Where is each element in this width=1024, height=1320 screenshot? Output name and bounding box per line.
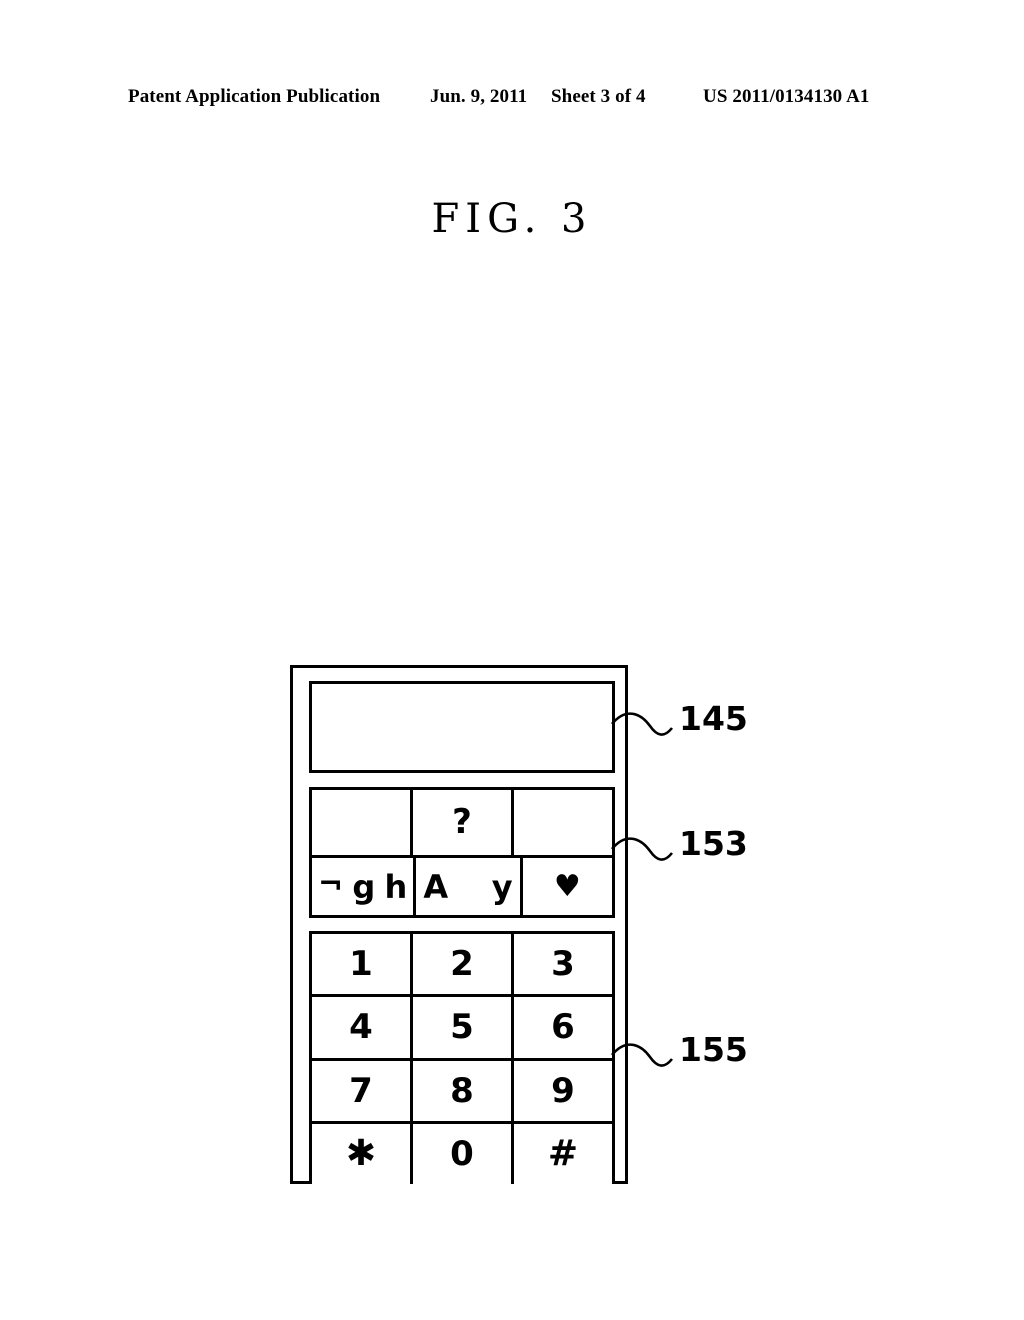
header-patent-number: US 2011/0134130 A1 xyxy=(703,86,870,107)
character-row-lower: ¬ g h A y ♥ xyxy=(312,858,612,915)
letter-y-glyph: y xyxy=(491,867,513,906)
header-date-label: Jun. 9, 2011 xyxy=(430,86,528,107)
device-body-outline: ? ¬ g h A y ♥ 1 2 3 4 5 6 7 8 9 ✱ 0 # xyxy=(290,665,628,1184)
key-asterisk[interactable]: ✱ xyxy=(312,1123,413,1184)
key-6[interactable]: 6 xyxy=(514,997,612,1057)
key-5[interactable]: 5 xyxy=(413,997,514,1058)
letter-a-glyph: A xyxy=(423,867,449,906)
key-9[interactable]: 9 xyxy=(514,1061,612,1121)
page-header: Patent Application Publication Jun. 9, 2… xyxy=(0,86,1024,112)
header-publication-label: Patent Application Publication xyxy=(128,86,381,107)
character-cell-lower-right[interactable]: ♥ xyxy=(523,858,612,915)
header-sheet-label: Sheet 3 of 4 xyxy=(551,86,646,107)
key-0[interactable]: 0 xyxy=(413,1123,514,1184)
figure-title: FIG. 3 xyxy=(431,196,593,242)
not-sign-glyph: ¬ xyxy=(318,866,344,902)
character-cell-lower-center[interactable]: A y xyxy=(416,858,523,915)
key-1[interactable]: 1 xyxy=(312,934,413,995)
keypad-row: 7 8 9 xyxy=(312,1060,612,1124)
keypad-row: ✱ 0 # xyxy=(312,1123,612,1184)
character-cell-upper-right[interactable] xyxy=(514,790,612,855)
letter-g-glyph: g xyxy=(352,867,376,906)
numeric-keypad: 1 2 3 4 5 6 7 8 9 ✱ 0 # xyxy=(309,931,615,1184)
character-display-area: ? ¬ g h A y ♥ xyxy=(309,787,615,918)
keypad-row: 4 5 6 xyxy=(312,997,612,1061)
heart-icon: ♥ xyxy=(553,868,581,904)
key-3[interactable]: 3 xyxy=(514,934,612,994)
character-cell-lower-left[interactable]: ¬ g h xyxy=(312,858,417,915)
keypad-row: 1 2 3 xyxy=(312,934,612,998)
character-cell-upper-center[interactable]: ? xyxy=(413,790,514,855)
key-4[interactable]: 4 xyxy=(312,997,413,1058)
display-screen xyxy=(309,681,615,773)
key-8[interactable]: 8 xyxy=(413,1060,514,1121)
question-mark-glyph: ? xyxy=(452,801,472,842)
character-row-upper: ? xyxy=(312,790,612,858)
key-7[interactable]: 7 xyxy=(312,1060,413,1121)
key-hash[interactable]: # xyxy=(514,1124,612,1184)
key-2[interactable]: 2 xyxy=(413,934,514,995)
letter-h-glyph: h xyxy=(384,867,408,906)
reference-numeral-155: 155 xyxy=(679,1030,748,1069)
reference-numeral-145: 145 xyxy=(679,699,748,738)
reference-numeral-153: 153 xyxy=(679,824,748,863)
character-cell-upper-left[interactable] xyxy=(312,790,413,855)
